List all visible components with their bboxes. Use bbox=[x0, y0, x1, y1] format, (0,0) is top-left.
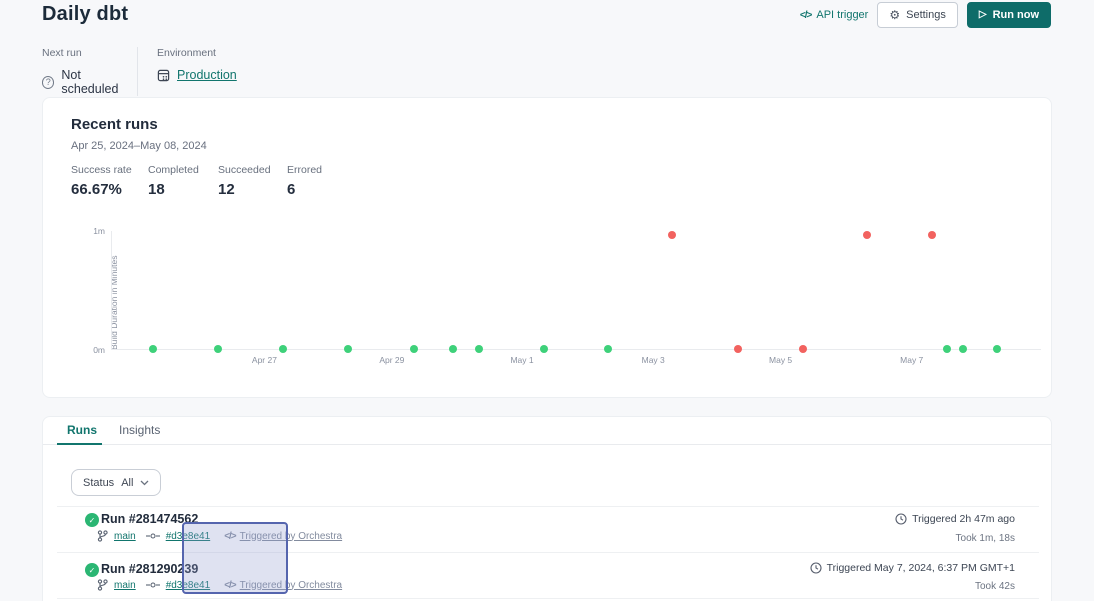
success-check-icon: ✓ bbox=[85, 563, 99, 577]
trigger-badge-label: Triggered by Orchestra bbox=[240, 580, 342, 591]
chart-x-tick-label: May 1 bbox=[510, 355, 533, 365]
run-title[interactable]: Run #281290239 bbox=[101, 562, 198, 576]
chart-point-error[interactable] bbox=[863, 231, 871, 239]
run-triggered: Triggered May 7, 2024, 6:37 PM GMT+1 bbox=[810, 562, 1015, 574]
code-icon: </> bbox=[224, 531, 235, 542]
chart-point-success[interactable] bbox=[993, 345, 1001, 353]
tab-bar: Runs Insights bbox=[43, 417, 1051, 445]
run-triggered-text: Triggered 2h 47m ago bbox=[912, 513, 1015, 525]
chart-point-error[interactable] bbox=[799, 345, 807, 353]
status-filter-label: Status bbox=[83, 477, 114, 489]
page-title: Daily dbt bbox=[42, 3, 128, 26]
help-icon: ? bbox=[42, 76, 54, 89]
environment-link[interactable]: Production bbox=[177, 68, 237, 82]
run-subrow: main #d3e8e41 </> Triggered by Orchestra bbox=[97, 530, 342, 542]
code-icon: </> bbox=[224, 580, 235, 591]
run-subrow: main #d3e8e41 </> Triggered by Orchestra bbox=[97, 579, 342, 591]
clock-icon bbox=[810, 562, 822, 574]
stat-errored: Errored 6 bbox=[287, 164, 322, 198]
chart-x-tick-label: May 5 bbox=[769, 355, 792, 365]
chart-point-success[interactable] bbox=[214, 345, 222, 353]
chart-y-tick-1m: 1m bbox=[73, 226, 105, 236]
chart-point-success[interactable] bbox=[410, 345, 418, 353]
chart-point-success[interactable] bbox=[149, 345, 157, 353]
list-divider bbox=[57, 598, 1039, 599]
gear-icon: ⚙ bbox=[889, 9, 900, 21]
commit-icon bbox=[146, 532, 160, 540]
chart-point-success[interactable] bbox=[449, 345, 457, 353]
api-trigger-label: API trigger bbox=[816, 9, 868, 21]
api-trigger-link[interactable]: </> API trigger bbox=[800, 9, 868, 21]
trigger-badge-label: Triggered by Orchestra bbox=[240, 531, 342, 542]
recent-runs-title: Recent runs bbox=[71, 116, 158, 133]
play-icon: ▷ bbox=[979, 10, 987, 20]
run-triggered: Triggered 2h 47m ago bbox=[895, 513, 1015, 525]
chart-point-success[interactable] bbox=[344, 345, 352, 353]
stat-success-rate: Success rate 66.67% bbox=[71, 164, 148, 198]
active-tab-underline bbox=[57, 443, 102, 445]
settings-label: Settings bbox=[906, 9, 946, 21]
chart-point-error[interactable] bbox=[734, 345, 742, 353]
run-took: Took 1m, 18s bbox=[956, 533, 1015, 544]
chart-x-tick-label: Apr 29 bbox=[379, 355, 404, 365]
status-filter-value: All bbox=[121, 477, 133, 489]
chart-point-success[interactable] bbox=[475, 345, 483, 353]
chart-plot bbox=[111, 231, 1041, 350]
chart-point-success[interactable] bbox=[959, 345, 967, 353]
database-icon bbox=[157, 69, 170, 82]
run-now-button[interactable]: ▷ Run now bbox=[967, 2, 1051, 28]
trigger-badge[interactable]: </> Triggered by Orchestra bbox=[224, 580, 342, 591]
recent-runs-date-range: Apr 25, 2024–May 08, 2024 bbox=[71, 140, 207, 152]
job-meta: Next run ? Not scheduled Environment Pro… bbox=[42, 47, 237, 96]
commit-link[interactable]: #d3e8e41 bbox=[166, 580, 211, 591]
list-divider bbox=[57, 506, 1039, 507]
run-took: Took 42s bbox=[975, 581, 1015, 592]
run-now-label: Run now bbox=[993, 9, 1039, 21]
commit-icon bbox=[146, 581, 160, 589]
chart-point-success[interactable] bbox=[943, 345, 951, 353]
stat-succeeded: Succeeded 12 bbox=[218, 164, 287, 198]
run-title[interactable]: Run #281474562 bbox=[101, 512, 198, 526]
chart-point-success[interactable] bbox=[604, 345, 612, 353]
git-branch-icon bbox=[97, 579, 108, 591]
stats-row: Success rate 66.67% Completed 18 Succeed… bbox=[71, 164, 322, 198]
run-triggered-text: Triggered May 7, 2024, 6:37 PM GMT+1 bbox=[827, 562, 1015, 574]
code-icon: </> bbox=[800, 10, 811, 21]
next-run-label: Next run bbox=[42, 47, 137, 59]
trigger-badge[interactable]: </> Triggered by Orchestra bbox=[224, 531, 342, 542]
list-divider bbox=[57, 552, 1039, 553]
chart-point-success[interactable] bbox=[279, 345, 287, 353]
environment-block: Environment Production bbox=[138, 47, 237, 96]
settings-button[interactable]: ⚙ Settings bbox=[877, 2, 958, 28]
environment-label: Environment bbox=[157, 47, 237, 59]
next-run-value: Not scheduled bbox=[61, 68, 137, 96]
clock-icon bbox=[895, 513, 907, 525]
commit-link[interactable]: #d3e8e41 bbox=[166, 531, 211, 542]
chart-point-error[interactable] bbox=[928, 231, 936, 239]
success-check-icon: ✓ bbox=[85, 513, 99, 527]
status-filter-dropdown[interactable]: Status All bbox=[71, 469, 161, 496]
branch-link[interactable]: main bbox=[114, 580, 136, 591]
tab-insights[interactable]: Insights bbox=[119, 423, 160, 437]
recent-runs-card: Recent runs Apr 25, 2024–May 08, 2024 Su… bbox=[42, 97, 1052, 398]
chart-point-success[interactable] bbox=[540, 345, 548, 353]
tab-runs[interactable]: Runs bbox=[67, 423, 97, 437]
git-branch-icon bbox=[97, 530, 108, 542]
header-actions: </> API trigger ⚙ Settings ▷ Run now bbox=[800, 2, 1051, 28]
chart-x-tick-label: Apr 27 bbox=[252, 355, 277, 365]
chart-x-ticks: Apr 27 Apr 29 May 1 May 3 May 5 May 7 bbox=[111, 355, 1041, 367]
stat-completed: Completed 18 bbox=[148, 164, 218, 198]
chart-y-tick-0m: 0m bbox=[73, 345, 105, 355]
next-run-block: Next run ? Not scheduled bbox=[42, 47, 137, 96]
chart-x-tick-label: May 7 bbox=[900, 355, 923, 365]
chart-x-tick-label: May 3 bbox=[642, 355, 665, 365]
chevron-down-icon bbox=[140, 480, 149, 486]
chart-point-error[interactable] bbox=[668, 231, 676, 239]
branch-link[interactable]: main bbox=[114, 531, 136, 542]
runs-card: Runs Insights Status All ✓ Run #28147456… bbox=[42, 416, 1052, 601]
